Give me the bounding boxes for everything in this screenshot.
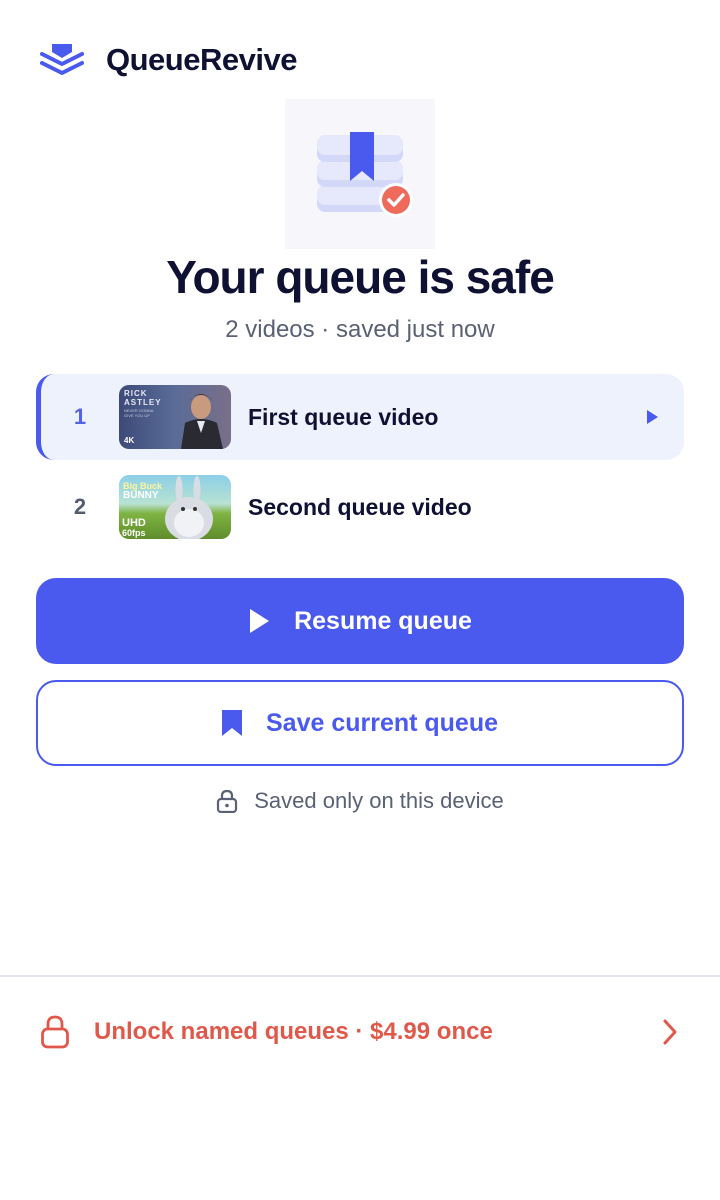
unlock-named-queues-row[interactable]: Unlock named queues · $4.99 once	[40, 1010, 680, 1054]
queue-item-1[interactable]: 1 RICK ASTLEY NEVER GONNA GIVE YOU UP 4K…	[36, 374, 684, 460]
queue-item-title: First queue video	[248, 403, 439, 430]
svg-text:60fps: 60fps	[122, 528, 146, 538]
save-current-queue-label: Save current queue	[265, 708, 499, 737]
app-title: QueueRevive	[106, 42, 297, 77]
device-note: Saved only on this device	[0, 788, 720, 814]
svg-text:4K: 4K	[124, 436, 134, 445]
queue-summary: 2 videos · saved just now	[225, 316, 495, 343]
device-note-text: Saved only on this device	[254, 788, 504, 813]
svg-text:GIVE YOU UP: GIVE YOU UP	[124, 413, 150, 418]
lock-icon	[41, 1015, 69, 1049]
hero-illustration	[285, 99, 435, 249]
video-thumbnail: RICK ASTLEY NEVER GONNA GIVE YOU UP 4K	[119, 385, 231, 449]
play-icon	[250, 609, 270, 633]
bookmark-icon	[221, 710, 242, 736]
page-title: Your queue is safe	[166, 251, 555, 303]
resume-queue-button[interactable]: Resume queue	[36, 578, 684, 664]
lock-icon	[217, 789, 238, 813]
app-header: QueueRevive	[40, 36, 297, 84]
queue-item-2[interactable]: 2 Big Buck BUNNY UHD 60fps Second queue …	[36, 464, 684, 550]
layers-logo-icon	[40, 44, 84, 75]
divider	[0, 975, 720, 977]
queue-item-number: 2	[73, 494, 87, 519]
svg-text:ASTLEY: ASTLEY	[124, 398, 162, 407]
save-current-queue-button[interactable]: Save current queue	[36, 680, 684, 766]
resume-queue-label: Resume queue	[294, 606, 472, 635]
unlock-named-queues-label: Unlock named queues · $4.99 once	[94, 1018, 493, 1045]
saved-archive-icon	[317, 132, 413, 217]
video-thumbnail: Big Buck BUNNY UHD 60fps	[119, 475, 231, 539]
queue-item-title: Second queue video	[248, 493, 472, 520]
play-icon[interactable]	[642, 407, 662, 427]
svg-text:RICK: RICK	[124, 389, 148, 398]
svg-text:BUNNY: BUNNY	[123, 490, 159, 501]
chevron-right-icon	[663, 1019, 677, 1045]
queue-item-number: 1	[73, 404, 87, 429]
